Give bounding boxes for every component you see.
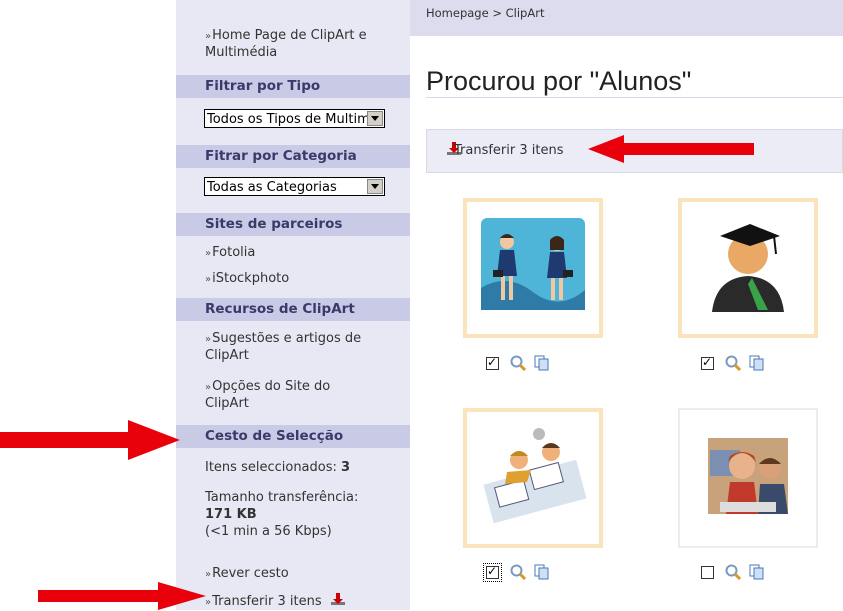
breadcrumb[interactable]: Homepage > ClipArt	[426, 6, 544, 20]
filter-category-value: Todas as Categorias	[207, 180, 337, 195]
review-basket-label[interactable]: Rever cesto	[212, 566, 289, 581]
students-photo	[708, 438, 788, 514]
copy-icon[interactable]	[749, 355, 765, 371]
magnifier-icon[interactable]	[510, 355, 526, 371]
transfer-size-value: 171 KB	[205, 507, 257, 522]
filter-type-header: Filtrar por Tipo	[176, 75, 410, 98]
magnifier-icon[interactable]	[510, 564, 526, 580]
download-icon[interactable]	[330, 592, 346, 606]
copy-icon[interactable]	[749, 564, 765, 580]
partner-link-istockphoto[interactable]: »iStockphoto	[205, 271, 395, 288]
studying-clipart	[483, 428, 587, 524]
result-thumbnail-students[interactable]	[463, 198, 603, 338]
sidebar-transfer-label[interactable]: Transferir 3 itens	[212, 594, 321, 609]
students-clipart	[481, 218, 585, 310]
annotation-arrow-basket	[0, 420, 180, 460]
magnifier-icon[interactable]	[725, 564, 741, 580]
filter-category-header: Fitrar por Categoria	[176, 145, 410, 168]
home-link-label[interactable]: Home Page de ClipArt e Multimédia	[205, 28, 367, 60]
annotation-arrow-transfer	[588, 135, 754, 163]
resource-label[interactable]: Sugestões e artigos de ClipArt	[205, 331, 361, 363]
resource-label[interactable]: Opções do Site do ClipArt	[205, 379, 330, 411]
page-title: Procurou por "Alunos"	[426, 66, 692, 96]
home-link[interactable]: »Home Page de ClipArt e Multimédia	[205, 28, 395, 61]
select-checkbox[interactable]	[701, 566, 714, 579]
select-checkbox[interactable]	[701, 355, 714, 370]
copy-icon[interactable]	[534, 355, 550, 371]
title-divider	[426, 97, 843, 98]
selected-label: Itens seleccionados:	[205, 460, 337, 475]
graduate-clipart	[712, 224, 784, 312]
annotation-arrow-sidebar-transfer	[38, 582, 206, 610]
partner-link-fotolia[interactable]: »Fotolia	[205, 245, 395, 262]
basket-header: Cesto de Selecção	[176, 425, 410, 448]
copy-icon[interactable]	[534, 564, 550, 580]
filter-category-select[interactable]: Todas as Categorias	[204, 177, 385, 196]
result-thumbnail-graduate[interactable]	[678, 198, 818, 338]
transfer-items-link[interactable]: Transferir 3 itens	[454, 143, 563, 158]
chevron-down-icon[interactable]	[367, 179, 383, 194]
transfer-size-label: Tamanho transferência:	[205, 490, 359, 505]
resources-header: Recursos de ClipArt	[176, 298, 410, 321]
magnifier-icon[interactable]	[725, 355, 741, 371]
chevron-down-icon[interactable]	[367, 111, 383, 126]
selected-count: 3	[341, 460, 351, 475]
partners-header: Sites de parceiros	[176, 213, 410, 236]
select-checkbox[interactable]	[483, 563, 502, 582]
filter-type-select[interactable]: Todos os Tipos de Multimédia	[204, 109, 385, 128]
review-basket-link[interactable]: »Rever cesto	[205, 566, 395, 583]
result-thumbnail-studying[interactable]	[463, 408, 603, 548]
filter-type-value: Todos os Tipos de Multimédia	[207, 112, 367, 127]
partner-label[interactable]: iStockphoto	[212, 271, 289, 286]
select-checkbox[interactable]	[486, 355, 499, 370]
transfer-time: (<1 min a 56 Kbps)	[205, 524, 332, 539]
result-thumbnail-students-photo[interactable]	[678, 408, 818, 548]
partner-label[interactable]: Fotolia	[212, 245, 255, 260]
selected-items-text: Itens seleccionados: 3	[205, 460, 350, 476]
resource-link-options[interactable]: »Opções do Site do ClipArt	[205, 379, 375, 412]
sidebar-transfer-link[interactable]: »Transferir 3 itens	[205, 592, 395, 611]
resource-link-suggestions[interactable]: »Sugestões e artigos de ClipArt	[205, 331, 390, 364]
